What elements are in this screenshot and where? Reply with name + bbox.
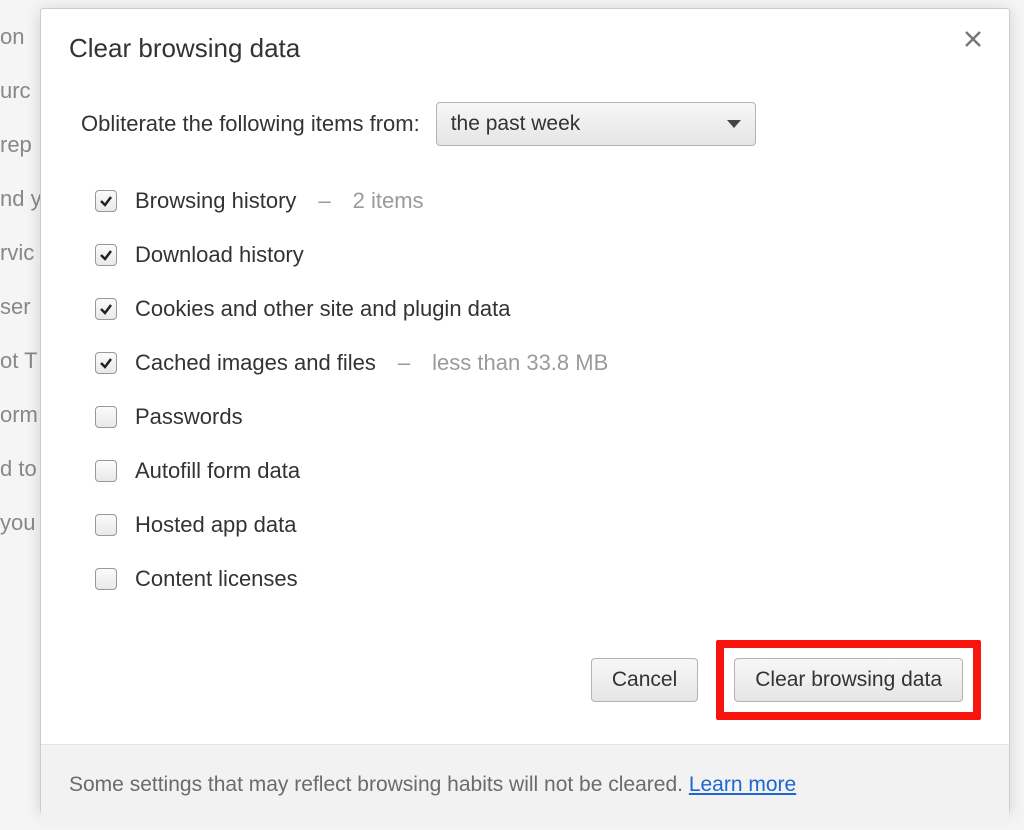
cancel-button[interactable]: Cancel bbox=[591, 658, 698, 702]
time-range-dropdown[interactable]: the past week bbox=[436, 102, 756, 146]
data-type-row: Cached images and files–less than 33.8 M… bbox=[95, 336, 981, 390]
checkbox[interactable] bbox=[95, 514, 117, 536]
chevron-down-icon bbox=[727, 120, 741, 128]
dialog-footer: Some settings that may reflect browsing … bbox=[41, 744, 1009, 825]
highlight-annotation: Clear browsing data bbox=[716, 640, 981, 720]
clear-browsing-data-button[interactable]: Clear browsing data bbox=[734, 658, 963, 702]
data-type-detail: 2 items bbox=[353, 188, 424, 214]
data-type-label: Content licenses bbox=[135, 566, 298, 592]
separator: – bbox=[394, 350, 414, 376]
data-type-label: Cookies and other site and plugin data bbox=[135, 296, 510, 322]
checkbox[interactable] bbox=[95, 406, 117, 428]
data-type-label: Hosted app data bbox=[135, 512, 296, 538]
footer-note: Some settings that may reflect browsing … bbox=[69, 773, 689, 796]
dialog-header: Clear browsing data bbox=[41, 9, 1009, 64]
data-type-label: Cached images and files bbox=[135, 350, 376, 376]
checkbox[interactable] bbox=[95, 460, 117, 482]
data-type-label: Download history bbox=[135, 242, 304, 268]
data-type-label: Passwords bbox=[135, 404, 243, 430]
data-type-row: Hosted app data bbox=[95, 498, 981, 552]
time-range-row: Obliterate the following items from: the… bbox=[81, 102, 981, 146]
checkbox[interactable] bbox=[95, 244, 117, 266]
checkbox[interactable] bbox=[95, 352, 117, 374]
learn-more-link[interactable]: Learn more bbox=[689, 773, 796, 796]
data-type-detail: less than 33.8 MB bbox=[432, 350, 608, 376]
data-type-row: Browsing history–2 items bbox=[95, 174, 981, 228]
data-type-list: Browsing history–2 itemsDownload history… bbox=[95, 174, 981, 606]
data-type-label: Autofill form data bbox=[135, 458, 300, 484]
time-range-label: Obliterate the following items from: bbox=[81, 111, 420, 137]
data-type-row: Content licenses bbox=[95, 552, 981, 606]
data-type-row: Download history bbox=[95, 228, 981, 282]
dialog-body: Obliterate the following items from: the… bbox=[41, 64, 1009, 616]
dialog-title: Clear browsing data bbox=[69, 33, 981, 64]
time-range-value: the past week bbox=[451, 112, 581, 136]
close-icon[interactable] bbox=[959, 27, 987, 55]
checkbox[interactable] bbox=[95, 298, 117, 320]
data-type-row: Passwords bbox=[95, 390, 981, 444]
checkbox[interactable] bbox=[95, 568, 117, 590]
data-type-label: Browsing history bbox=[135, 188, 296, 214]
data-type-row: Cookies and other site and plugin data bbox=[95, 282, 981, 336]
clear-browsing-data-dialog: Clear browsing data Obliterate the follo… bbox=[40, 8, 1010, 813]
dialog-actions: Cancel Clear browsing data bbox=[41, 616, 1009, 744]
checkbox[interactable] bbox=[95, 190, 117, 212]
separator: – bbox=[314, 188, 334, 214]
background-partial-text: onurcrepnd yrvicserot Tormd toyou bbox=[0, 0, 42, 550]
data-type-row: Autofill form data bbox=[95, 444, 981, 498]
